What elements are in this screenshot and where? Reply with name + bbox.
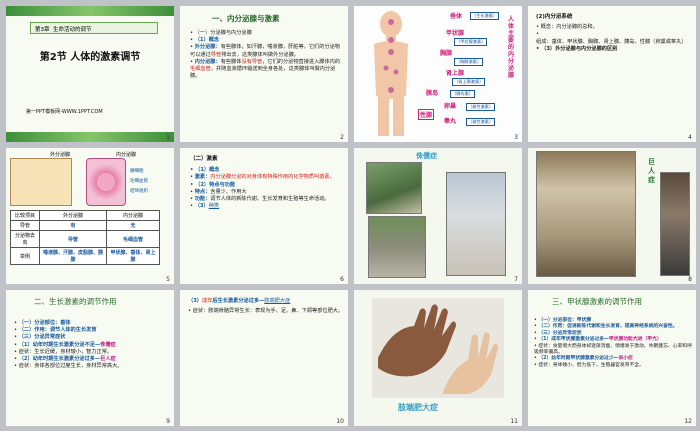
slide-thumbnail-10[interactable]: （3）成年后生长激素分泌过多—肢端肥大症 • 症状：肢端骨骼异常生长：表现为手、… xyxy=(180,290,348,426)
slide-body: • （一）分泌腺与内分泌腺 • （1）概念 • 外分泌腺：有些腺体，如汗腺，唾液… xyxy=(190,30,341,80)
gland-label: 肾上腺 xyxy=(446,70,465,77)
hormone-tag: （肾上腺激素） xyxy=(452,78,486,86)
table-row: 比较项目 外分泌腺 内分泌腺 xyxy=(10,210,160,221)
slide-body: • （一）分泌部位：垂体 • （二）作用：调节人体的生长发育 • （三）分泌异常… xyxy=(14,320,123,370)
slide-thumbnail-3[interactable]: 垂体 （生长激素） 甲状腺 （甲状腺激素） 胸腺 （胸腺激素） 肾上腺 （肾上腺… xyxy=(354,6,522,142)
hormone-tag: （胸腺激素） xyxy=(454,58,484,66)
giant-photo-2 xyxy=(660,172,690,276)
sex-gland-tag: 性腺 xyxy=(418,109,435,120)
slide-title: 二、生长激素的调节作用 xyxy=(34,297,117,306)
legend-tag: 结缔组织 xyxy=(130,189,148,194)
table-row: 举例 唾液腺、汗腺、皮脂腺、胰腺 甲状腺、垂体、肾上腺 xyxy=(10,247,160,265)
slide-number: 8 xyxy=(688,276,692,283)
hormone-tag: （生长激素） xyxy=(470,12,500,20)
slide-number: 2 xyxy=(340,134,344,141)
dwarf-photo-stairs xyxy=(368,216,426,278)
side-title: 人体主要的内分泌腺 xyxy=(508,16,515,79)
hormone-tag: （胰岛素） xyxy=(450,90,475,98)
slide-thumbnail-11[interactable]: 肢端肥大症 11 xyxy=(354,290,522,426)
slide-body: (2)内分泌系统 • 概念：内分泌腺的总和。 • 组成：垂体、甲状腺、胸腺、肾上… xyxy=(536,14,690,53)
slide-body: （二）激素 • （1）概念 • 激素：内分泌腺分泌的对身体有特殊作用的化学物质叫… xyxy=(190,156,342,210)
slide-thumbnail-6[interactable]: （二）激素 • （1）概念 • 激素：内分泌腺分泌的对身体有特殊作用的化学物质叫… xyxy=(180,148,348,284)
slide-title: （二）激素 xyxy=(190,156,218,162)
chapter-line: 第3章 生命活动的调节 xyxy=(30,22,158,34)
slide-thumbnail-12[interactable]: 三、甲状腺激素的调节作用 • （一）分泌部位：甲状腺 • （二）作用：促进新陈代… xyxy=(528,290,696,426)
table-row: 导管有无 xyxy=(10,220,160,231)
gland-label: 睾丸 xyxy=(444,118,457,125)
hormone-tag: （雌性激素） xyxy=(466,103,496,111)
comparison-table: 比较项目 外分泌腺 内分泌腺 导管有无 分泌物去向 导管 毛细血管 举例 唾液腺、汗腺、皮… xyxy=(10,210,160,265)
exocrine-diagram xyxy=(10,158,72,206)
slide-number: 11 xyxy=(510,418,518,425)
slide-number: 1 xyxy=(166,134,170,141)
section-title: 第2节 人体的激素调节 xyxy=(39,52,141,63)
slide-number: 3 xyxy=(514,134,518,141)
site-text: 第一PPT模板网-WWW.1PPT.COM xyxy=(26,109,103,115)
dwarf-photo-group xyxy=(366,162,422,214)
slide-title: 一、内分泌腺与激素 xyxy=(212,14,280,23)
slide-number: 4 xyxy=(688,134,692,141)
diagram-header-right: 内分泌腺 xyxy=(116,152,137,158)
slide-thumbnail-7[interactable]: 侏儒症 7 xyxy=(354,148,522,284)
slide-thumbnail-4[interactable]: (2)内分泌系统 • 概念：内分泌腺的总和。 • 组成：垂体、甲状腺、胸腺、肾上… xyxy=(528,6,696,142)
diagram-header-left: 外分泌腺 xyxy=(50,152,71,158)
giant-photo xyxy=(536,151,636,277)
slide-title: 侏儒症 xyxy=(416,152,437,160)
chapter-number: 第3章 xyxy=(35,27,50,33)
endocrine-diagram xyxy=(86,158,126,206)
chapter-title: 生命活动的调节 xyxy=(53,27,92,33)
gland-label: 垂体 xyxy=(450,13,463,20)
gland-label: 甲状腺 xyxy=(446,30,465,37)
slide-number: 9 xyxy=(166,418,170,425)
slide-title: 巨人症 xyxy=(648,158,655,184)
slide-number: 6 xyxy=(340,276,344,283)
slide-number: 5 xyxy=(166,276,170,283)
legend-tag: 腺细胞 xyxy=(130,169,144,174)
slide-thumbnail-8[interactable]: 巨人症 8 xyxy=(528,148,696,284)
bottom-band xyxy=(6,132,174,142)
slide-thumbnail-9[interactable]: 二、生长激素的调节作用 • （一）分泌部位：垂体 • （二）作用：调节人体的生长… xyxy=(6,290,174,426)
top-band xyxy=(6,6,174,16)
slide-sorter-grid: 第3章 生命活动的调节 第2节 人体的激素调节 第一PPT模板网-WWW.1PP… xyxy=(0,0,700,431)
slide-title: (2)内分泌系统 xyxy=(536,14,573,20)
slide-number: 12 xyxy=(684,418,692,425)
dwarf-photo-suit xyxy=(446,172,506,276)
hands-photo xyxy=(372,298,504,398)
slide-caption: 肢端肥大症 xyxy=(398,403,438,412)
slide-thumbnail-1[interactable]: 第3章 生命活动的调节 第2节 人体的激素调节 第一PPT模板网-WWW.1PP… xyxy=(6,6,174,142)
slide-number: 10 xyxy=(336,418,344,425)
slide-body: • （一）分泌部位：甲状腺 • （二）作用：促进新陈代谢和生长发育，提高神经系统… xyxy=(534,318,692,368)
hormone-tag: （雄性激素） xyxy=(466,118,496,126)
legend-tag: 毛细血管 xyxy=(130,179,148,184)
slide-body: （3）成年后生长激素分泌过多—肢端肥大症 • 症状：肢端骨骼异常生长：表现为手、… xyxy=(188,298,344,315)
body-silhouette xyxy=(374,11,408,136)
gland-label: 卵巢 xyxy=(444,103,457,110)
slide-number: 7 xyxy=(514,276,518,283)
slide-title: 三、甲状腺激素的调节作用 xyxy=(552,297,642,306)
slide-thumbnail-5[interactable]: 外分泌腺 内分泌腺 腺细胞 毛细血管 结缔组织 比较项目 外分泌腺 内分泌腺 导管有… xyxy=(6,148,174,284)
gland-label: 胸腺 xyxy=(440,50,453,57)
hormone-tag: （甲状腺激素） xyxy=(454,38,488,46)
slide-thumbnail-2[interactable]: 一、内分泌腺与激素 • （一）分泌腺与内分泌腺 • （1）概念 • 外分泌腺：有… xyxy=(180,6,348,142)
table-row: 分泌物去向 导管 毛细血管 xyxy=(10,230,160,248)
gland-label: 胰岛 xyxy=(426,90,439,97)
